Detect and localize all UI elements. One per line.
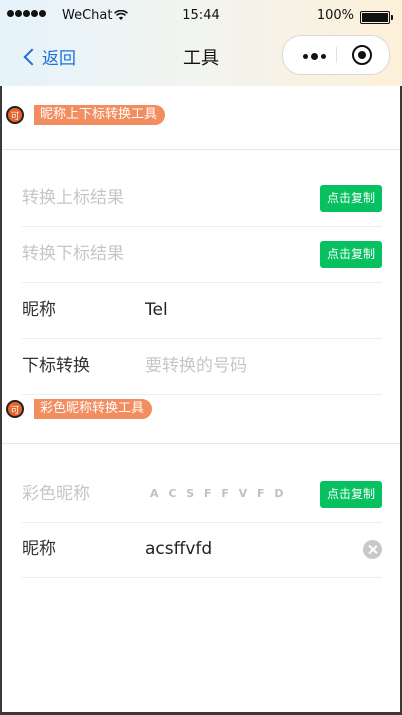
copy-superscript-button[interactable]: 点击复制 — [320, 185, 382, 212]
nickname-label: 昵称 — [22, 539, 56, 559]
clear-input-icon[interactable] — [363, 540, 382, 559]
nickname-row: 昵称 Tel — [22, 282, 382, 339]
section-title: 昵称上下标转换工具 — [34, 105, 166, 125]
nickname-label: 昵称 — [22, 300, 56, 320]
section-badge: 可 — [6, 400, 24, 418]
miniprogram-capsule — [282, 35, 390, 75]
section-badge: 可 — [6, 106, 24, 124]
nickname-input[interactable]: Tel — [145, 282, 168, 338]
status-bar: WeChat 15:44 100% — [0, 8, 402, 26]
color-nickname-input[interactable]: acsffvfd — [145, 521, 212, 577]
section-divider — [2, 149, 400, 150]
color-nickname-label: 彩色昵称 — [22, 484, 90, 504]
header: WeChat 15:44 100% 返回 工具 — [0, 0, 402, 86]
subscript-number-input[interactable]: 要转换的号码 — [145, 338, 247, 394]
copy-subscript-button[interactable]: 点击复制 — [320, 241, 382, 268]
copy-color-nickname-button[interactable]: 点击复制 — [320, 481, 382, 508]
section-title: 彩色昵称转换工具 — [34, 399, 153, 419]
section-header-color: 可 彩色昵称转换工具 — [6, 398, 153, 420]
color-nickname-result: A C S F F V F D — [150, 487, 287, 500]
close-miniprogram-icon[interactable] — [352, 45, 372, 65]
subscript-convert-row: 下标转换 要转换的号码 — [22, 338, 382, 395]
subscript-result-row: 转换下标结果 点击复制 — [22, 226, 382, 283]
battery-percent: 100% — [316, 8, 354, 23]
superscript-result-row: 转换上标结果 点击复制 — [22, 170, 382, 227]
color-nickname-row: 彩色昵称 A C S F F V F D 点击复制 — [22, 466, 382, 523]
subscript-result-label: 转换下标结果 — [22, 244, 124, 264]
section-header-superscript: 可 昵称上下标转换工具 — [6, 104, 166, 126]
capsule-divider — [336, 47, 337, 63]
superscript-result-label: 转换上标结果 — [22, 188, 124, 208]
color-source-nickname-row: 昵称 acsffvfd — [22, 521, 382, 578]
battery-icon — [360, 11, 393, 24]
device-frame-left — [0, 0, 2, 715]
subscript-convert-label: 下标转换 — [22, 356, 90, 376]
section-divider — [2, 443, 400, 444]
more-options-icon[interactable] — [303, 53, 329, 60]
